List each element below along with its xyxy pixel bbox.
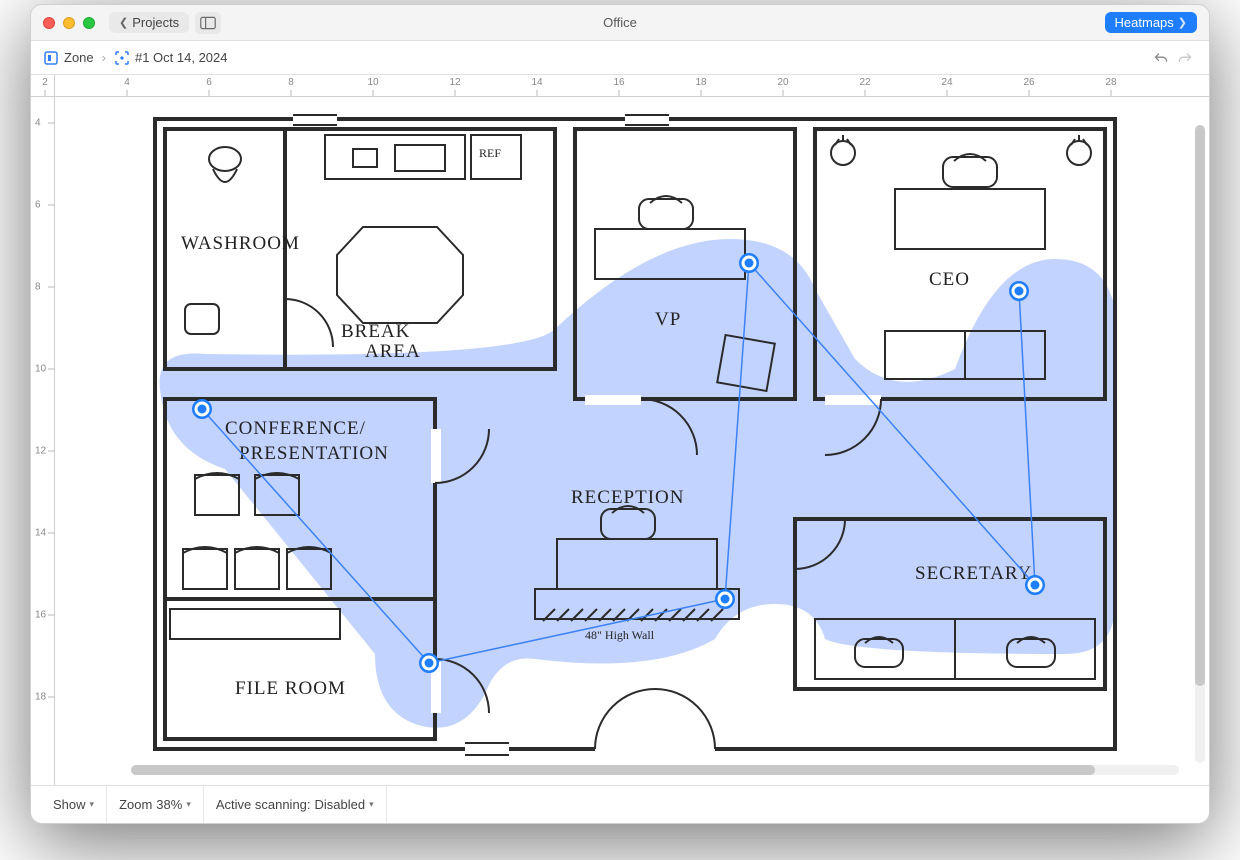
heatmaps-label: Heatmaps — [1115, 15, 1174, 30]
zoom-value: 38% — [156, 797, 182, 812]
zoom-prefix: Zoom — [119, 797, 152, 812]
scan-icon — [114, 50, 130, 66]
floorplan-drawing: REF — [95, 99, 1165, 769]
close-window-button[interactable] — [43, 17, 55, 29]
horizontal-scrollbar[interactable] — [131, 765, 1179, 775]
vertical-scrollbar[interactable] — [1195, 125, 1205, 763]
scanning-prefix: Active scanning: — [216, 797, 311, 812]
chevron-left-icon: ❮ — [119, 16, 128, 29]
conference-label-2: PRESENTATION — [239, 443, 389, 464]
undo-icon — [1153, 51, 1169, 65]
breadcrumb-root-label: Zone — [64, 50, 94, 65]
ref-label: REF — [479, 146, 501, 160]
show-label: Show — [53, 797, 86, 812]
washroom-label: WASHROOM — [181, 233, 300, 254]
vp-label: VP — [655, 309, 681, 330]
zone-icon — [43, 50, 59, 66]
ruler-horizontal[interactable]: 246810121416182022242628 — [55, 75, 1209, 97]
sidebar-toggle-button[interactable] — [195, 12, 221, 34]
window-controls — [43, 17, 95, 29]
heatmap-overlay — [160, 239, 1115, 728]
ruler-vertical[interactable]: 4681012141618 — [31, 97, 55, 785]
redo-icon — [1177, 51, 1193, 65]
back-projects-label: Projects — [132, 15, 179, 30]
titlebar: ❮ Projects Office Heatmaps ❯ — [31, 5, 1209, 41]
fullscreen-window-button[interactable] — [83, 17, 95, 29]
break-label-1: BREAK — [341, 321, 410, 342]
chevron-down-icon: ▾ — [369, 799, 374, 810]
chevron-right-icon: ❯ — [1178, 16, 1187, 29]
breadcrumb-bar: Zone › #1 Oct 14, 2024 — [31, 41, 1209, 75]
scanning-value: Disabled — [315, 797, 366, 812]
hscroll-thumb[interactable] — [131, 765, 1095, 775]
status-bar: Show ▾ Zoom 38% ▾ Active scanning: Disable… — [31, 785, 1209, 823]
chevron-down-icon: ▾ — [186, 799, 191, 810]
vscroll-thumb[interactable] — [1195, 125, 1205, 686]
breadcrumb-current[interactable]: #1 Oct 14, 2024 — [114, 50, 228, 66]
undo-button[interactable] — [1149, 47, 1173, 69]
zoom-menu[interactable]: Zoom 38% ▾ — [107, 786, 204, 823]
scanning-menu[interactable]: Active scanning: Disabled▾ — [204, 786, 387, 823]
reception-label: RECEPTION — [571, 487, 685, 508]
breadcrumb-root[interactable]: Zone — [43, 50, 94, 66]
minimize-window-button[interactable] — [63, 17, 75, 29]
fileroom-label: FILE ROOM — [235, 678, 346, 699]
ceo-label: CEO — [929, 269, 970, 290]
canvas-viewport[interactable]: REF — [55, 97, 1209, 785]
redo-button[interactable] — [1173, 47, 1197, 69]
chevron-down-icon: ▾ — [90, 799, 95, 810]
highwall-label: 48" High Wall — [585, 628, 655, 642]
heatmaps-button[interactable]: Heatmaps ❯ — [1105, 12, 1197, 33]
show-menu[interactable]: Show ▾ — [41, 786, 107, 823]
breadcrumb-separator-icon: › — [102, 50, 106, 65]
breadcrumb-current-label: #1 Oct 14, 2024 — [135, 50, 228, 65]
conference-label-1: CONFERENCE/ — [225, 418, 366, 439]
sidebar-icon — [200, 16, 216, 30]
secretary-label: SECRETARY — [915, 563, 1032, 584]
break-label-2: AREA — [365, 341, 421, 362]
app-window: ❮ Projects Office Heatmaps ❯ Zone › #1 O… — [30, 4, 1210, 824]
back-projects-button[interactable]: ❮ Projects — [109, 12, 189, 33]
